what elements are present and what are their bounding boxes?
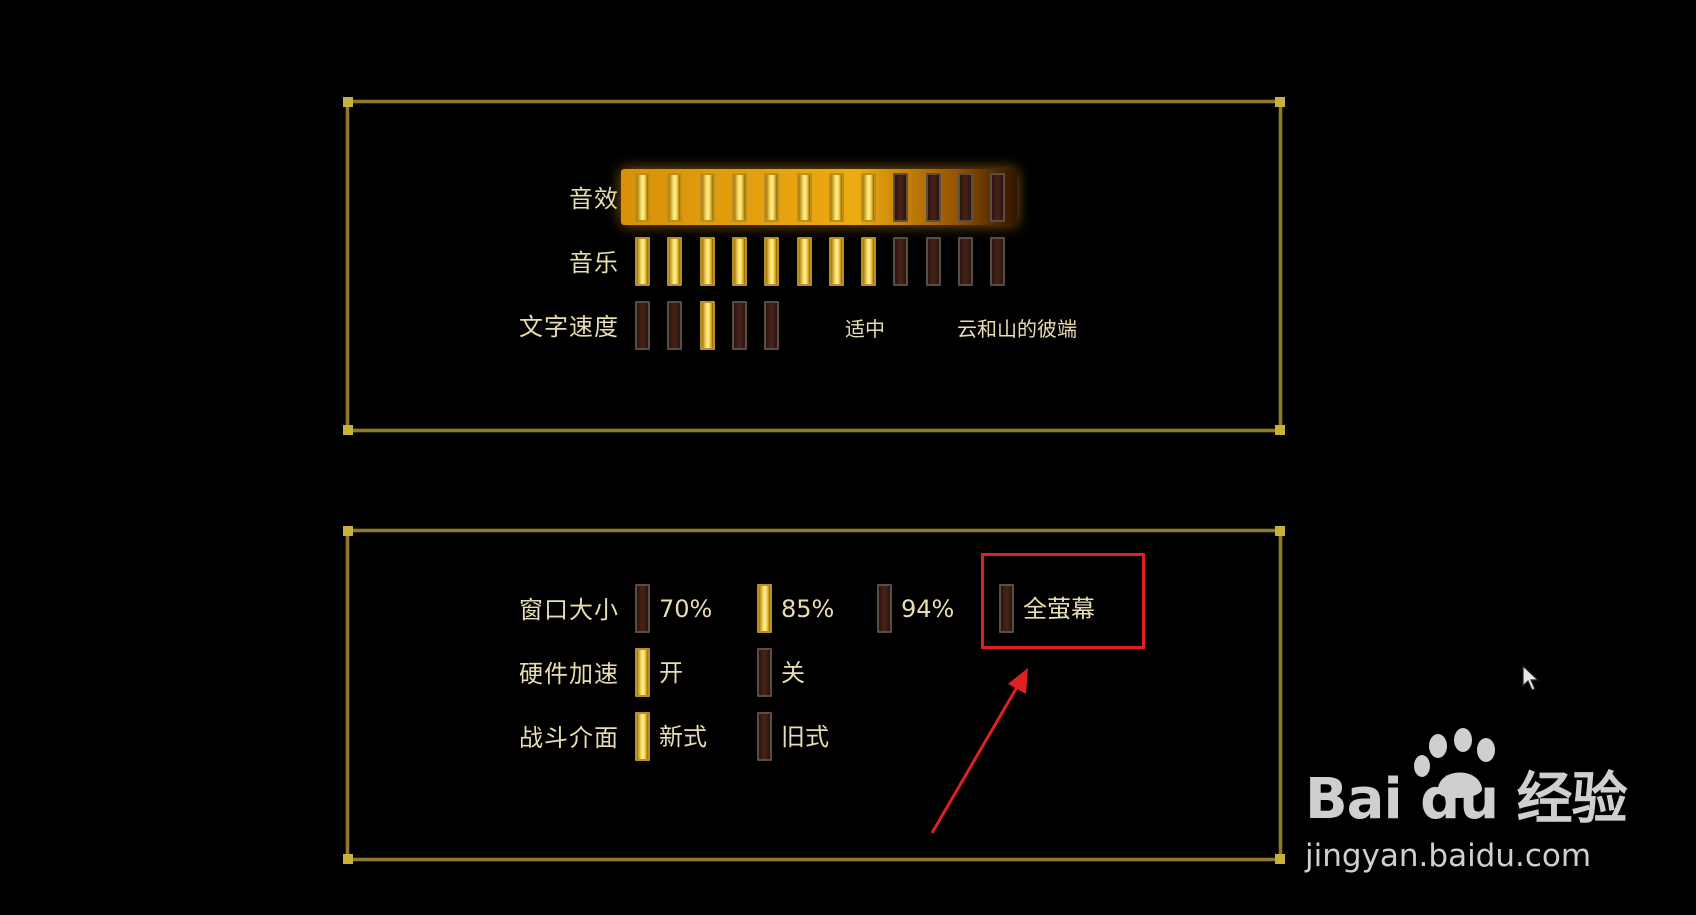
sound-effects-pip[interactable]: [893, 173, 909, 222]
hardware-accel-off-toggle[interactable]: [757, 648, 772, 697]
annotation-highlight-box: [981, 553, 1145, 649]
sound-effects-pip[interactable]: [764, 173, 780, 222]
sound-effects-pip[interactable]: [635, 173, 650, 222]
music-pip[interactable]: [796, 237, 812, 286]
frame-corner: [1275, 526, 1285, 536]
music-pip[interactable]: [893, 237, 909, 286]
baidu-watermark: Bai du 经验 jingyan.baidu.com: [1300, 728, 1680, 888]
music-pip[interactable]: [731, 237, 747, 286]
text-speed-sample: 云和山的彼端: [957, 317, 1077, 341]
text-speed-pip[interactable]: [699, 301, 715, 350]
frame-corner: [343, 854, 353, 864]
window-size-94-label[interactable]: 94%: [901, 584, 954, 634]
frame-corner: [343, 425, 353, 435]
music-pip[interactable]: [990, 237, 1006, 286]
sound-effects-pip[interactable]: [796, 173, 812, 222]
window-size-94-toggle[interactable]: [877, 584, 892, 633]
sound-effects-pip[interactable]: [861, 173, 877, 222]
music-pip[interactable]: [958, 237, 973, 286]
frame-corner: [1275, 97, 1285, 107]
music-label: 音乐: [569, 249, 619, 277]
sound-effects-pip[interactable]: [699, 173, 715, 222]
hardware-accel-label: 硬件加速: [519, 660, 619, 688]
annotation-arrow-icon: [930, 668, 1028, 834]
battle-ui-label: 战斗介面: [519, 724, 619, 752]
hardware-accel-off-label[interactable]: 关: [781, 648, 805, 698]
sound-effects-pip[interactable]: [731, 173, 747, 222]
frame-corner: [1275, 425, 1285, 435]
hardware-accel-on-label[interactable]: 开: [659, 648, 683, 698]
sound-effects-label: 音效: [569, 185, 619, 213]
text-speed-label: 文字速度: [519, 313, 619, 341]
sound-effects-row: 音效: [349, 169, 1285, 225]
music-pip[interactable]: [828, 237, 844, 286]
music-pip[interactable]: [699, 237, 715, 286]
window-size-70-toggle[interactable]: [635, 584, 650, 633]
text-speed-pip[interactable]: [731, 301, 747, 350]
music-pip[interactable]: [925, 237, 941, 286]
window-size-label: 窗口大小: [519, 596, 619, 624]
battle-ui-old-label[interactable]: 旧式: [781, 712, 829, 762]
sound-effects-pip[interactable]: [990, 173, 1006, 222]
window-size-85-label[interactable]: 85%: [781, 584, 834, 634]
music-pip[interactable]: [635, 237, 650, 286]
sound-effects-pip[interactable]: [958, 173, 973, 222]
battle-ui-new-toggle[interactable]: [635, 712, 650, 761]
text-speed-pip[interactable]: [764, 301, 780, 350]
mouse-cursor-icon: [1522, 665, 1540, 691]
battle-ui-new-label[interactable]: 新式: [659, 712, 707, 762]
window-size-70-label[interactable]: 70%: [659, 584, 712, 634]
game-settings-screen: 音效 音乐 文字速度 适中 云和山的彼端 窗口大小 70% 85% 94% 全萤…: [0, 0, 1696, 915]
music-pip[interactable]: [764, 237, 780, 286]
text-speed-value: 适中: [845, 317, 885, 341]
text-speed-row: 文字速度 适中 云和山的彼端: [349, 301, 1285, 353]
battle-ui-row: 战斗介面 新式 旧式: [349, 712, 1285, 764]
text-speed-pip[interactable]: [635, 301, 650, 350]
audio-settings-panel: 音效 音乐 文字速度 适中 云和山的彼端: [343, 97, 1285, 435]
music-pip[interactable]: [861, 237, 877, 286]
frame-corner: [343, 97, 353, 107]
watermark-site: jingyan.baidu.com: [1305, 838, 1592, 874]
hardware-accel-row: 硬件加速 开 关: [349, 648, 1285, 700]
frame-corner: [1275, 854, 1285, 864]
battle-ui-old-toggle[interactable]: [757, 712, 772, 761]
sound-effects-pip[interactable]: [828, 173, 844, 222]
window-size-85-toggle[interactable]: [757, 584, 772, 633]
watermark-brand: Bai du 经验: [1305, 767, 1628, 832]
hardware-accel-on-toggle[interactable]: [635, 648, 650, 697]
frame-corner: [343, 526, 353, 536]
sound-effects-pip[interactable]: [925, 173, 941, 222]
music-row: 音乐: [349, 237, 1285, 289]
text-speed-pip[interactable]: [667, 301, 683, 350]
sound-effects-pip[interactable]: [667, 173, 683, 222]
music-pip[interactable]: [667, 237, 683, 286]
